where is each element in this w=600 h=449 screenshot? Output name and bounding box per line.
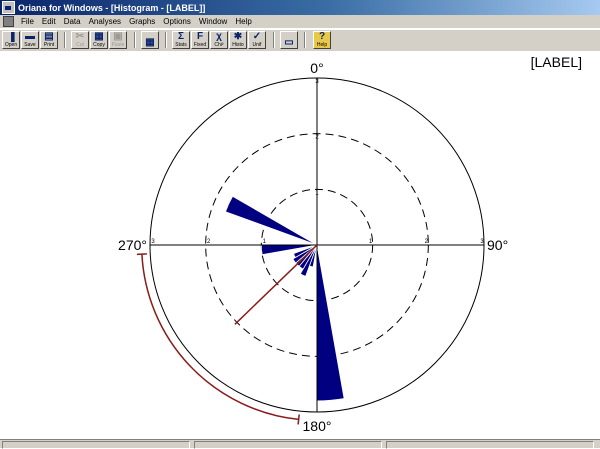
copy-icon: ▦ <box>94 31 104 42</box>
menu-bar: File Edit Data Analyses Graphs Options W… <box>0 15 600 29</box>
toolbar-separator <box>64 32 66 48</box>
chi-icon: χ <box>216 31 222 42</box>
fixed-icon: F <box>196 31 204 42</box>
toolbar-separator <box>273 32 275 48</box>
paste-button[interactable]: ▣ Paste <box>109 31 127 49</box>
exit-icon: ▭ <box>284 37 294 48</box>
open-button[interactable]: ▐ Open <box>2 31 20 49</box>
help-icon: ? <box>318 31 326 42</box>
histogram-bar <box>224 195 318 246</box>
menu-data[interactable]: Data <box>60 17 85 26</box>
menu-options[interactable]: Options <box>159 17 195 26</box>
menu-graphs[interactable]: Graphs <box>125 17 159 26</box>
print-button[interactable]: ▤ Print <box>40 31 58 49</box>
menu-analyses[interactable]: Analyses <box>85 17 125 26</box>
stats-label: Stats <box>175 42 187 48</box>
menu-window[interactable]: Window <box>195 17 231 26</box>
confidence-arc-end <box>136 253 147 256</box>
exit-button[interactable]: ▭ <box>280 31 298 49</box>
copy-button[interactable]: ▦ Copy <box>90 31 108 49</box>
grid-icon: ▦ <box>145 37 155 48</box>
menu-edit[interactable]: Edit <box>38 17 60 26</box>
status-pane <box>194 441 382 449</box>
ring-tick-west: 1 <box>263 239 267 245</box>
confidence-arc <box>141 254 299 421</box>
title-bar[interactable]: Oriana for Windows - [Histogram - [LABEL… <box>0 0 600 15</box>
stats-button[interactable]: Σ Stats <box>172 31 190 49</box>
toolbar-separator <box>165 32 167 48</box>
confidence-arc-end <box>297 414 300 425</box>
histo-button[interactable]: ✱ Histo <box>229 31 247 49</box>
chart-canvas[interactable]: [LABEL] 1 1 1 2 2 2 3 3 3 0° 90° 180° 270° <box>0 51 600 437</box>
app-icon[interactable] <box>2 1 15 14</box>
status-pane <box>386 441 594 449</box>
save-label: Save <box>24 42 36 48</box>
label-west: 270° <box>118 237 147 253</box>
histogram-bar <box>316 244 345 402</box>
mean-vector-line <box>234 244 318 325</box>
chi-label: Chi² <box>214 42 224 48</box>
unif-button[interactable]: ✓ Unif <box>248 31 266 49</box>
histo-label: Histo <box>232 42 244 48</box>
scissors-icon: ✂ <box>75 31 85 42</box>
open-label: Open <box>4 42 18 48</box>
cut-button[interactable]: ✂ Cut <box>71 31 89 49</box>
paste-icon: ▣ <box>113 31 123 42</box>
grid-button[interactable]: ▦ <box>141 31 159 49</box>
help-button[interactable]: ? Help <box>313 31 331 49</box>
label-south: 180° <box>303 418 332 434</box>
menu-help[interactable]: Help <box>231 17 255 26</box>
menu-file[interactable]: File <box>17 17 38 26</box>
ring-tick-north: 2 <box>315 135 319 141</box>
fixed-label: Fixed <box>193 42 207 48</box>
histogram-icon: ✱ <box>233 31 243 42</box>
fixed-button[interactable]: F Fixed <box>191 31 209 49</box>
print-label: Print <box>43 42 55 48</box>
paste-label: Paste <box>111 42 125 48</box>
printer-icon: ▤ <box>44 31 54 42</box>
uniform-icon: ✓ <box>252 31 262 42</box>
status-pane <box>2 441 190 449</box>
toolbar: ▐ Open ▬ Save ▤ Print ✂ Cut ▦ Copy ▣ Paste ▦ Σ… <box>0 29 600 52</box>
document-icon[interactable] <box>3 16 14 27</box>
label-north: 0° <box>310 60 323 76</box>
save-icon: ▬ <box>25 31 35 42</box>
ring-tick-north: 1 <box>315 190 319 196</box>
ring-tick-west: 3 <box>151 239 155 245</box>
help-label: Help <box>316 42 328 48</box>
copy-label: Copy <box>93 42 105 48</box>
window-title: Oriana for Windows - [Histogram - [LABEL… <box>18 2 206 13</box>
sigma-icon: Σ <box>177 31 184 42</box>
chi-button[interactable]: χ Chi² <box>210 31 228 49</box>
toolbar-separator <box>134 32 136 48</box>
open-icon: ▐ <box>7 31 15 42</box>
label-east: 90° <box>487 237 508 253</box>
ring-tick-west: 2 <box>207 239 211 245</box>
save-button[interactable]: ▬ Save <box>21 31 39 49</box>
ring-tick-north: 3 <box>315 79 319 85</box>
cut-label: Cut <box>76 42 84 48</box>
unif-label: Unif <box>252 42 262 48</box>
rose-diagram: 1112223330°90°180°270° <box>118 60 508 434</box>
toolbar-separator <box>304 32 306 48</box>
